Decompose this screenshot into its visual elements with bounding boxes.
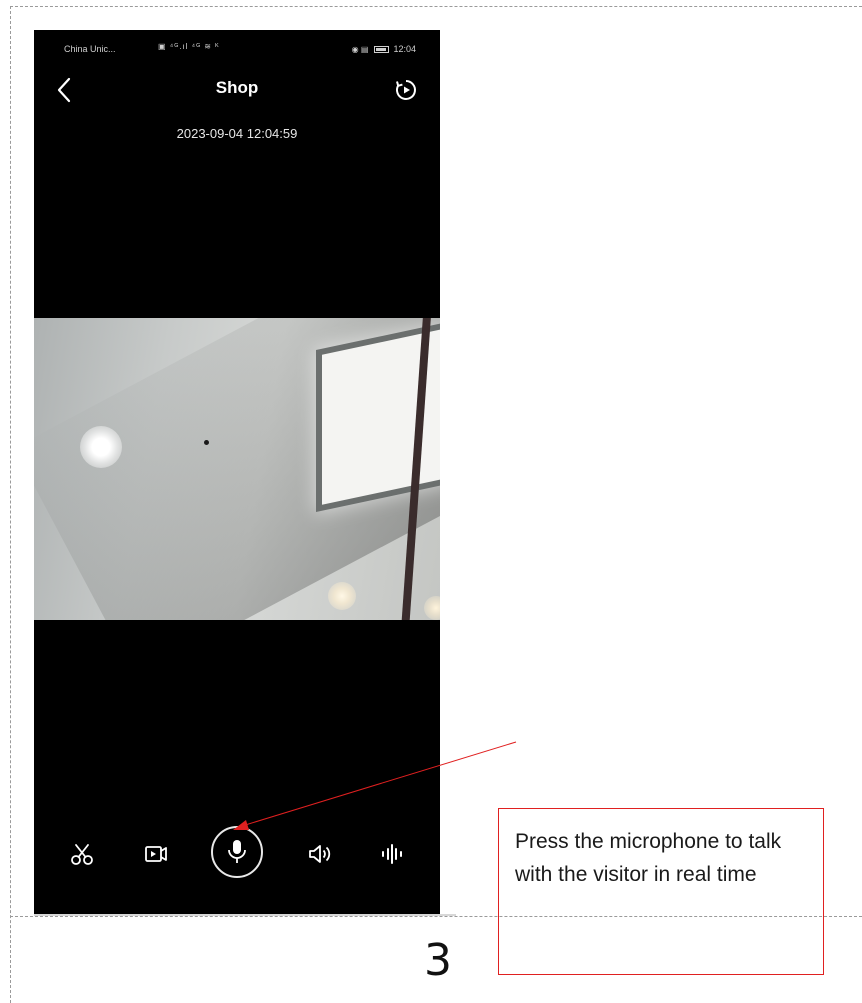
microphone-icon [228, 840, 246, 863]
video-timestamp: 2023-09-04 12:04:59 [176, 126, 298, 141]
live-video-feed[interactable] [34, 318, 440, 620]
status-time: 12:04 [393, 44, 416, 54]
status-icons: ◉ ▤ [351, 45, 369, 54]
ceiling-light [80, 426, 122, 468]
status-bar: China Unic... ▣ ⁴ᴳ.ıl ⁴ᴳ ≋ ᴷ ◉ ▤ 12:04 [34, 40, 440, 60]
annotation-callout: Press the microphone to talk with the vi… [498, 808, 824, 975]
battery-icon [373, 46, 389, 53]
record-button[interactable] [142, 840, 170, 868]
page-border-left [10, 6, 11, 1003]
carrier-name: China Unic... [64, 44, 116, 54]
waveform-icon [382, 844, 402, 864]
signal-indicators: ▣ ⁴ᴳ.ıl ⁴ᴳ ≋ ᴷ [158, 42, 220, 51]
voice-change-button[interactable] [378, 840, 406, 868]
annotation-text: Press the microphone to talk with the vi… [515, 830, 782, 886]
ceiling-dot [204, 440, 209, 445]
ceiling-light-corner [424, 596, 440, 620]
phone-screenshot: China Unic... ▣ ⁴ᴳ.ıl ⁴ᴳ ≋ ᴷ ◉ ▤ 12:04 S… [34, 30, 440, 914]
microphone-button[interactable] [211, 826, 263, 878]
nav-bar: Shop [34, 70, 440, 110]
ceiling-light-bottom [328, 582, 356, 610]
phone-bottom-edge [34, 914, 456, 916]
playback-button[interactable] [394, 78, 418, 102]
scissors-icon [71, 844, 93, 865]
page-border-top [10, 6, 862, 7]
status-right-group: ◉ ▤ 12:04 [352, 44, 416, 54]
screenshot-button[interactable] [68, 840, 96, 868]
speaker-icon [309, 845, 331, 863]
page-title: Shop [215, 78, 259, 97]
speaker-button[interactable] [306, 840, 334, 868]
playback-icon [396, 80, 416, 100]
page-number: 3 [424, 935, 452, 986]
call-controls [34, 826, 440, 886]
record-icon [145, 846, 167, 862]
